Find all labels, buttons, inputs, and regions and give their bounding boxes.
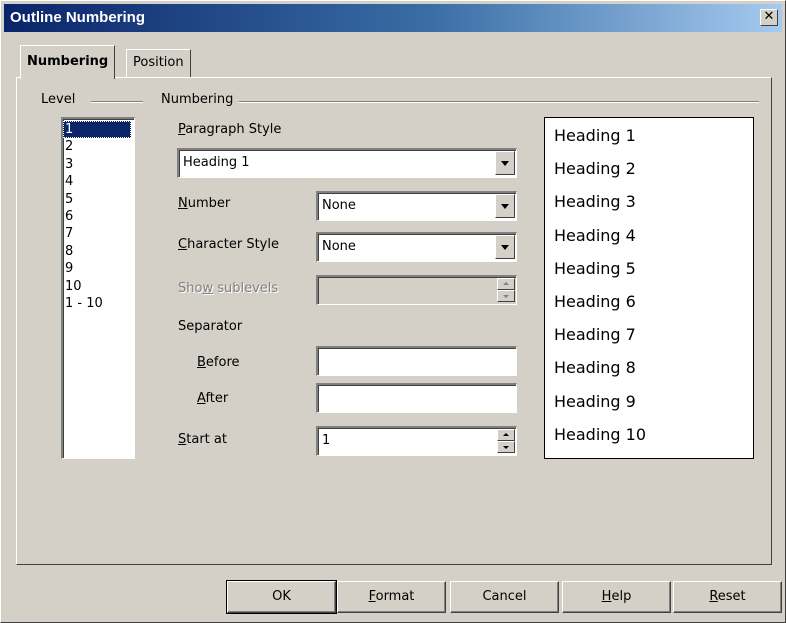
ok-button[interactable]: OK: [226, 580, 337, 614]
numbering-group-line: [239, 101, 759, 103]
cancel-button-label: Cancel: [482, 589, 527, 604]
tab-numbering-label: Numbering: [27, 54, 109, 69]
outline-numbering-dialog: Outline Numbering ✕ Numbering Position L…: [0, 0, 786, 623]
paragraph-style-label: Paragraph Style: [178, 122, 282, 137]
spin-up-icon: [497, 278, 515, 290]
tab-numbering[interactable]: Numbering: [20, 45, 116, 79]
character-style-value: None: [322, 239, 356, 254]
close-icon: ✕: [763, 9, 775, 24]
preview-item: Heading 5: [554, 258, 636, 278]
ok-button-label: OK: [272, 589, 291, 604]
close-button[interactable]: ✕: [760, 9, 778, 26]
preview-item: Heading 2: [554, 159, 636, 179]
spin-up-icon[interactable]: [497, 429, 515, 441]
after-label: After: [197, 391, 229, 406]
chevron-down-icon[interactable]: [495, 194, 515, 218]
preview-item: Heading 8: [554, 358, 636, 378]
start-at-spinner[interactable]: 1: [316, 426, 517, 456]
level-item[interactable]: 5: [63, 191, 134, 208]
character-style-select[interactable]: None: [316, 232, 517, 262]
level-item[interactable]: 8: [63, 243, 134, 260]
level-item[interactable]: 1 - 10: [63, 295, 134, 312]
preview-item: Heading 1: [554, 126, 636, 145]
spin-down-icon: [497, 290, 515, 302]
tab-position[interactable]: Position: [126, 49, 191, 77]
preview-item: Heading 6: [554, 291, 636, 311]
show-sublevels-spinner: [316, 275, 517, 305]
paragraph-style-value: Heading 1: [183, 155, 250, 170]
level-item[interactable]: 7: [63, 225, 134, 242]
reset-button[interactable]: Reset: [673, 581, 782, 613]
preview-item: Heading 7: [554, 325, 636, 345]
numbering-group-label: Numbering: [159, 92, 236, 107]
preview-item: Heading 3: [554, 192, 636, 212]
tab-position-label: Position: [133, 55, 184, 70]
reset-button-label: Reset: [709, 589, 746, 604]
level-item[interactable]: 4: [63, 173, 134, 190]
dialog-title: Outline Numbering: [10, 9, 145, 26]
level-group-label: Level: [39, 92, 78, 107]
title-bar: Outline Numbering ✕: [4, 4, 782, 32]
level-item[interactable]: 2: [63, 138, 134, 155]
after-input[interactable]: [316, 383, 517, 413]
help-button-label: Help: [601, 589, 632, 604]
preview-item: Heading 4: [554, 225, 636, 245]
level-item[interactable]: 9: [63, 260, 134, 277]
format-button-label: Format: [368, 589, 415, 604]
level-group-line: [91, 101, 143, 103]
cancel-button[interactable]: Cancel: [450, 581, 559, 613]
level-item[interactable]: 6: [63, 208, 134, 225]
numbering-preview: Heading 1 Heading 2 Heading 3 Heading 4 …: [544, 117, 754, 459]
level-item[interactable]: 3: [63, 156, 134, 173]
chevron-down-icon[interactable]: [495, 151, 515, 175]
start-at-value: 1: [322, 433, 331, 448]
show-sublevels-label: Show sublevels: [178, 281, 279, 296]
spin-down-icon[interactable]: [497, 441, 515, 453]
before-label: Before: [197, 355, 240, 370]
separator-label: Separator: [178, 319, 243, 334]
start-at-label: Start at: [178, 432, 227, 447]
preview-item: Heading 10: [554, 424, 647, 444]
before-input[interactable]: [316, 346, 517, 376]
number-value: None: [322, 198, 356, 213]
preview-item: Heading 9: [554, 391, 636, 411]
level-listbox[interactable]: 1 2 3 4 5 6 7 8 9 10 1 - 10: [61, 117, 135, 459]
chevron-down-icon[interactable]: [495, 235, 515, 259]
help-button[interactable]: Help: [562, 581, 671, 613]
level-item[interactable]: 1: [63, 121, 131, 139]
number-label: Number: [178, 196, 231, 211]
character-style-label: Character Style: [178, 237, 279, 252]
format-button[interactable]: Format: [337, 581, 446, 613]
level-item[interactable]: 10: [63, 278, 134, 295]
number-select[interactable]: None: [316, 191, 517, 221]
paragraph-style-select[interactable]: Heading 1: [177, 148, 517, 178]
